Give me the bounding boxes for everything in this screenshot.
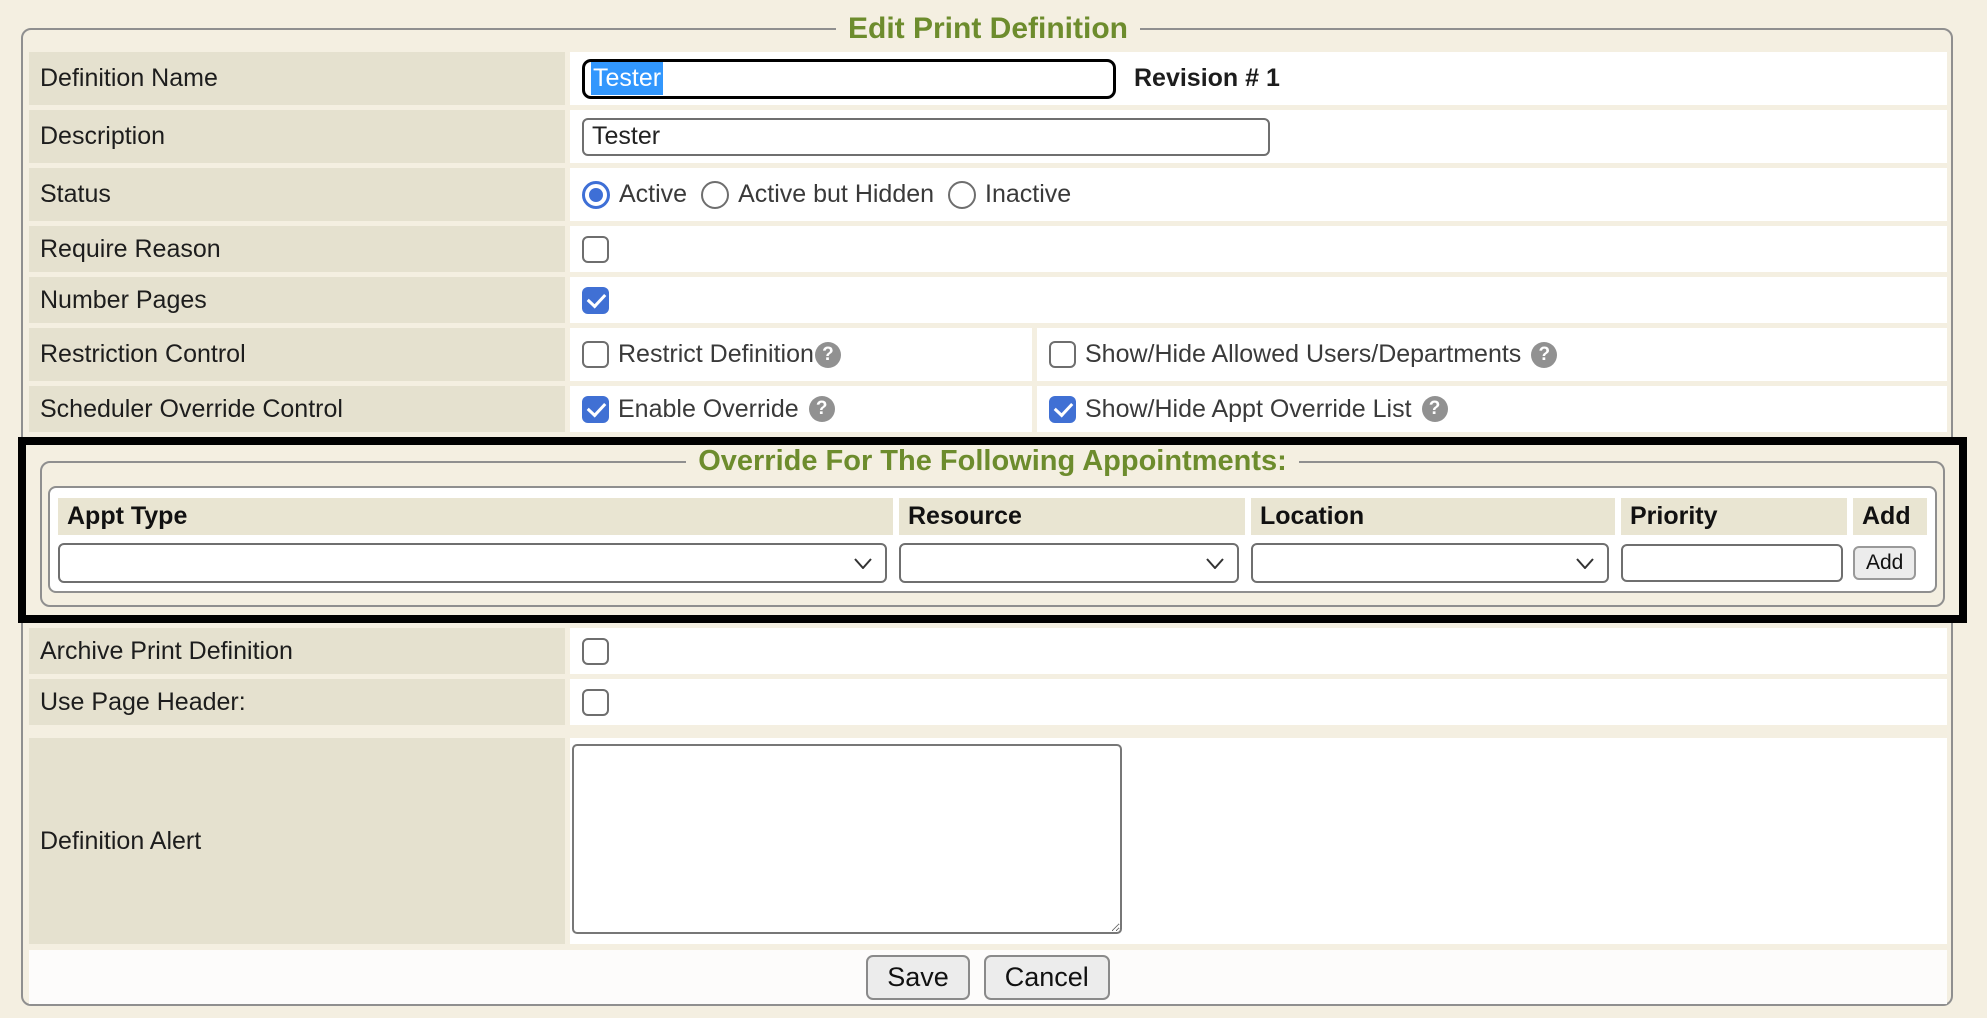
scheduler-override-row: Scheduler Override Control Enable Overri… — [29, 386, 1947, 432]
help-icon[interactable]: ? — [1531, 342, 1557, 368]
status-radio-active[interactable] — [582, 181, 610, 209]
restrict-definition-label: Restrict Definition — [618, 340, 814, 369]
help-icon[interactable]: ? — [1422, 396, 1448, 422]
status-cell: Active Active but Hidden Inactive — [570, 168, 1947, 221]
show-hide-appt-list-cell: Show/Hide Appt Override List ? — [1037, 386, 1947, 432]
chevron-down-icon — [854, 558, 872, 569]
revision-number: Revision # 1 — [1134, 64, 1280, 93]
show-hide-users-label: Show/Hide Allowed Users/Departments — [1085, 340, 1521, 369]
definition-name-input[interactable]: Tester — [582, 59, 1116, 99]
resource-column-header: Resource — [899, 498, 1245, 535]
chevron-down-icon — [1576, 558, 1594, 569]
page-title: Edit Print Definition — [836, 12, 1140, 46]
description-row: Description — [29, 110, 1947, 163]
description-input[interactable] — [582, 118, 1270, 156]
number-pages-checkbox[interactable] — [582, 287, 609, 314]
description-label: Description — [29, 110, 565, 163]
status-radio-inactive[interactable] — [948, 181, 976, 209]
require-reason-label: Require Reason — [29, 226, 565, 272]
priority-input[interactable] — [1621, 544, 1843, 582]
show-hide-appt-list-checkbox[interactable] — [1049, 396, 1076, 423]
priority-column-header: Priority — [1621, 498, 1847, 535]
restrict-definition-checkbox[interactable] — [582, 341, 609, 368]
number-pages-label: Number Pages — [29, 277, 565, 323]
restriction-control-row: Restriction Control Restrict Definition … — [29, 328, 1947, 381]
status-radio-active-label: Active — [619, 180, 687, 209]
use-page-header-row: Use Page Header: — [29, 679, 1947, 725]
enable-override-checkbox[interactable] — [582, 396, 609, 423]
location-column-header: Location — [1251, 498, 1615, 535]
show-hide-appt-list-label: Show/Hide Appt Override List — [1085, 395, 1412, 424]
appt-type-select[interactable] — [58, 543, 887, 583]
cancel-button[interactable]: Cancel — [984, 955, 1110, 1000]
resource-select[interactable] — [899, 543, 1239, 583]
require-reason-checkbox[interactable] — [582, 236, 609, 263]
use-page-header-label: Use Page Header: — [29, 679, 565, 725]
description-cell — [570, 110, 1947, 163]
edit-print-definition-form: Edit Print Definition Definition Name Te… — [21, 12, 1953, 1006]
show-hide-users-cell: Show/Hide Allowed Users/Departments ? — [1037, 328, 1947, 381]
override-table-header: Appt Type Resource Location Priority Add — [58, 498, 1927, 535]
status-row: Status Active Active but Hidden Inactive — [29, 168, 1947, 221]
status-radio-active-but-hidden[interactable] — [701, 181, 729, 209]
definition-alert-label: Definition Alert — [29, 738, 565, 944]
definition-name-cell: Tester Revision # 1 — [570, 52, 1947, 105]
override-table: Appt Type Resource Location Priority Add — [48, 486, 1937, 593]
restriction-control-label: Restriction Control — [29, 328, 565, 381]
definition-name-label: Definition Name — [29, 52, 565, 105]
status-radio-active-but-hidden-label: Active but Hidden — [738, 180, 934, 209]
definition-alert-cell — [570, 738, 1947, 944]
add-button[interactable]: Add — [1853, 546, 1916, 580]
number-pages-row: Number Pages — [29, 277, 1947, 323]
override-section-title: Override For The Following Appointments: — [686, 445, 1299, 478]
appt-type-column-header: Appt Type — [58, 498, 893, 535]
enable-override-label: Enable Override — [618, 395, 799, 424]
chevron-down-icon — [1206, 558, 1224, 569]
require-reason-cell — [570, 226, 1947, 272]
definition-alert-row: Definition Alert — [29, 738, 1947, 944]
status-radio-inactive-label: Inactive — [985, 180, 1071, 209]
form-actions-row: Save Cancel — [29, 950, 1947, 1004]
add-column-header: Add — [1853, 498, 1927, 535]
archive-cell — [570, 628, 1947, 674]
location-select[interactable] — [1251, 543, 1609, 583]
definition-name-selected-text: Tester — [591, 62, 663, 95]
archive-row: Archive Print Definition — [29, 628, 1947, 674]
require-reason-row: Require Reason — [29, 226, 1947, 272]
use-page-header-checkbox[interactable] — [582, 689, 609, 716]
save-button[interactable]: Save — [866, 955, 970, 1000]
status-label: Status — [29, 168, 565, 221]
scheduler-override-label: Scheduler Override Control — [29, 386, 565, 432]
show-hide-users-checkbox[interactable] — [1049, 341, 1076, 368]
number-pages-cell — [570, 277, 1947, 323]
help-icon[interactable]: ? — [815, 342, 841, 368]
archive-label: Archive Print Definition — [29, 628, 565, 674]
definition-alert-textarea[interactable] — [572, 744, 1122, 934]
override-table-input-row: Add — [58, 543, 1927, 583]
enable-override-cell: Enable Override ? — [570, 386, 1032, 432]
use-page-header-cell — [570, 679, 1947, 725]
definition-name-row: Definition Name Tester Revision # 1 — [29, 52, 1947, 105]
status-radio-group: Active Active but Hidden Inactive — [582, 180, 1071, 209]
override-appointments-section: Override For The Following Appointments:… — [18, 437, 1967, 623]
archive-checkbox[interactable] — [582, 638, 609, 665]
restrict-definition-cell: Restrict Definition ? — [570, 328, 1032, 381]
help-icon[interactable]: ? — [809, 396, 835, 422]
